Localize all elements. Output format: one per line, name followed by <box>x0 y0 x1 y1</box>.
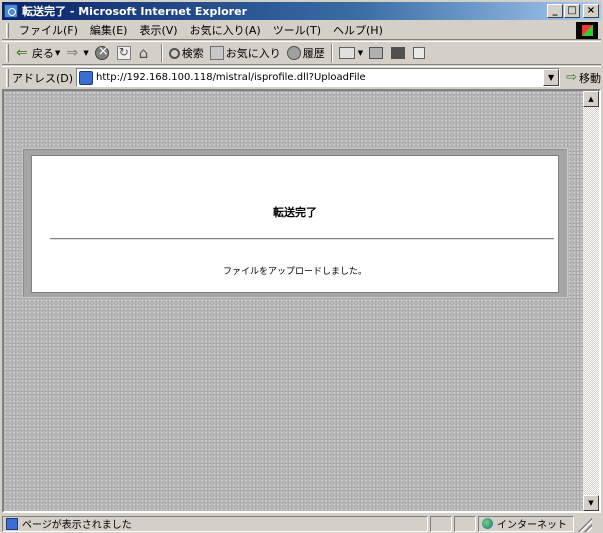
favorites-button[interactable]: お気に入り <box>207 43 284 63</box>
edit-icon <box>391 47 406 59</box>
addressbar-grip[interactable] <box>6 68 9 87</box>
forward-icon <box>66 46 80 60</box>
status-panel <box>430 515 452 532</box>
title-bar[interactable]: 転送完了 - Microsoft Internet Explorer _ □ × <box>2 2 601 20</box>
page-done-icon <box>6 517 18 530</box>
menu-view[interactable]: 表示(V) <box>133 22 183 38</box>
menu-tools[interactable]: ツール(T) <box>267 22 327 38</box>
history-icon <box>286 46 301 60</box>
address-label: アドレス(D) <box>11 71 74 85</box>
status-panel <box>454 515 476 532</box>
minimize-button[interactable]: _ <box>547 4 563 18</box>
globe-icon <box>482 518 493 529</box>
back-icon <box>16 46 30 60</box>
edit-button[interactable] <box>388 43 410 63</box>
zone-label: インターネット <box>497 520 567 531</box>
menu-edit[interactable]: 編集(E) <box>84 22 134 38</box>
favorites-label: お気に入り <box>225 47 281 60</box>
toolbar-separator <box>160 44 163 62</box>
home-icon <box>139 46 153 60</box>
ie-icon[interactable] <box>4 4 18 18</box>
discuss-button[interactable] <box>410 43 430 63</box>
security-zone: インターネット <box>478 515 574 532</box>
maximize-button[interactable]: □ <box>564 4 580 18</box>
history-button[interactable]: 履歴 <box>284 43 328 63</box>
upload-message: ファイルをアップロードしました。 <box>222 267 367 277</box>
go-label: 移動 <box>579 71 601 85</box>
print-button[interactable] <box>366 43 388 63</box>
go-button[interactable]: ⇨ 移動 <box>566 70 601 86</box>
chevron-down-icon[interactable]: ▼ <box>55 49 60 57</box>
result-panel-frame: 転送完了 ファイルをアップロードしました。 <box>22 148 568 298</box>
menu-favorites[interactable]: お気に入り(A) <box>184 22 267 38</box>
menu-help[interactable]: ヘルプ(H) <box>327 22 389 38</box>
scroll-up-button[interactable]: ▲ <box>583 91 599 107</box>
window-controls: _ □ × <box>546 4 599 18</box>
go-arrow-icon: ⇨ <box>566 70 577 85</box>
windows-logo-icon <box>576 22 598 39</box>
scroll-down-button[interactable]: ▼ <box>583 495 599 511</box>
print-icon <box>369 47 384 59</box>
vertical-scrollbar[interactable]: ▲ ▼ <box>583 91 599 511</box>
address-bar: アドレス(D) ▼ ⇨ 移動 <box>2 66 601 88</box>
address-dropdown-button[interactable]: ▼ <box>543 69 560 86</box>
toolbar-grip[interactable] <box>6 44 9 62</box>
menubar-grip[interactable] <box>6 22 9 38</box>
stop-icon <box>94 44 109 60</box>
status-bar: ページが表示されました インターネット <box>2 515 601 532</box>
discuss-icon <box>413 47 426 59</box>
status-text: ページが表示されました <box>22 520 132 531</box>
standard-toolbar: 戻る ▼ ▼ 検索 お気に入り 履歴 ▼ <box>2 41 601 65</box>
result-panel: 転送完了 ファイルをアップロードしました。 <box>31 155 559 293</box>
status-main: ページが表示されました <box>2 515 428 532</box>
content-frame: 転送完了 ファイルをアップロードしました。 ▲ ▼ <box>2 89 601 513</box>
search-label: 検索 <box>181 47 204 60</box>
page-heading: 転送完了 <box>273 206 317 219</box>
mail-icon <box>338 47 355 59</box>
chevron-down-icon[interactable]: ▼ <box>358 49 363 57</box>
home-button[interactable] <box>136 43 158 63</box>
window-title: 転送完了 - Microsoft Internet Explorer <box>22 5 247 18</box>
page-viewport: 転送完了 ファイルをアップロードしました。 <box>4 91 583 511</box>
toolbar-separator <box>330 44 333 62</box>
close-button[interactable]: × <box>583 4 599 18</box>
back-label: 戻る <box>32 47 54 60</box>
menu-file[interactable]: ファイル(F) <box>13 22 84 38</box>
divider <box>50 238 554 240</box>
forward-button[interactable]: ▼ <box>63 43 91 63</box>
refresh-button[interactable] <box>114 43 136 63</box>
chevron-down-icon[interactable]: ▼ <box>83 49 88 57</box>
search-icon <box>168 47 180 59</box>
address-input[interactable] <box>96 72 547 83</box>
address-field[interactable]: ▼ <box>76 68 561 87</box>
search-button[interactable]: 検索 <box>166 43 207 63</box>
page-icon <box>79 70 94 85</box>
favorites-icon <box>209 46 224 60</box>
stop-button[interactable] <box>92 43 114 63</box>
browser-window: 転送完了 - Microsoft Internet Explorer _ □ ×… <box>0 0 603 533</box>
back-button[interactable]: 戻る ▼ <box>13 43 63 63</box>
refresh-icon <box>116 45 131 60</box>
mail-button[interactable]: ▼ <box>336 43 366 63</box>
menu-bar: ファイル(F) 編集(E) 表示(V) お気に入り(A) ツール(T) ヘルプ(… <box>2 21 601 40</box>
history-label: 履歴 <box>302 47 325 60</box>
resize-grip[interactable] <box>576 515 592 532</box>
